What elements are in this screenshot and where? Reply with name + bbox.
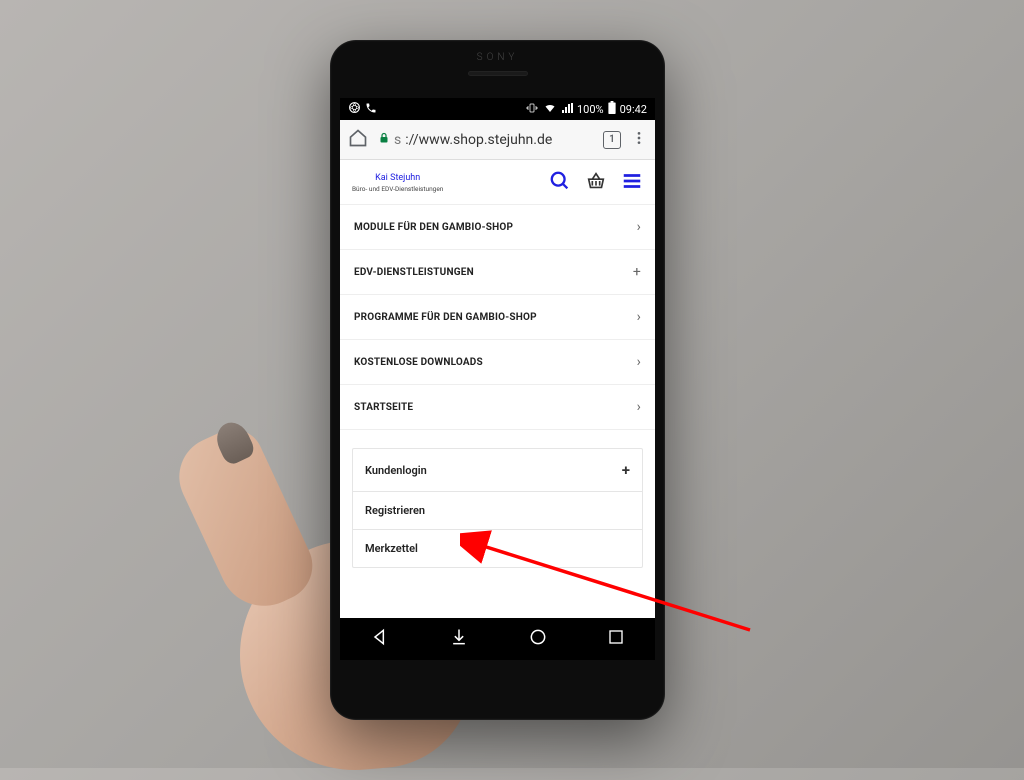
account-register[interactable]: Registrieren [353,492,642,530]
account-panel: Kundenlogin + Registrieren Merkzettel [352,448,643,568]
account-wishlist[interactable]: Merkzettel [353,530,642,567]
tab-count-label: 1 [609,134,615,145]
menu-item-startseite[interactable]: STARTSEITE › [340,385,655,430]
home-nav-icon[interactable] [528,627,548,651]
account-register-label: Registrieren [365,504,425,517]
browser-toolbar: s ://www.shop.stejuhn.de 1 [340,120,655,160]
url-text: ://www.shop.stejuhn.de [405,132,552,148]
wifi-icon [543,102,557,117]
download-icon[interactable] [449,627,469,651]
lock-icon [378,132,390,147]
shop-header: Kai Stejuhn Büro- und EDV-Dienstleistung… [340,160,655,205]
home-icon[interactable] [348,128,368,152]
phone-screen: 100% 09:42 s ://www.shop.stejuhn.de 1 [340,98,655,660]
menu-item-module[interactable]: MODULE FÜR DEN GAMBIO-SHOP › [340,205,655,250]
plus-icon: + [622,461,630,479]
webpage-content: Kai Stejuhn Büro- und EDV-Dienstleistung… [340,160,655,618]
battery-icon [608,101,616,117]
category-menu: MODULE FÜR DEN GAMBIO-SHOP › EDV-DIENSTL… [340,205,655,430]
url-prefix: s [394,132,401,148]
url-bar[interactable]: s ://www.shop.stejuhn.de [378,132,593,148]
phone-call-icon [365,102,377,117]
logo-subtitle: Büro- und EDV-Dienstleistungen [352,185,443,193]
android-nav-bar [340,618,655,660]
hamburger-menu-icon[interactable] [621,170,643,196]
account-wishlist-label: Merkzettel [365,542,418,555]
account-login[interactable]: Kundenlogin + [353,449,642,492]
phone-frame: SONY 100 [330,40,665,720]
menu-label: PROGRAMME FÜR DEN GAMBIO-SHOP [354,312,537,323]
chevron-right-icon: › [637,219,641,235]
vibrate-icon [525,102,539,117]
phone-brand-label: SONY [330,40,665,63]
menu-label: EDV-DIENSTLEISTUNGEN [354,267,474,278]
recent-apps-icon[interactable] [607,628,625,650]
menu-item-programme[interactable]: PROGRAMME FÜR DEN GAMBIO-SHOP › [340,295,655,340]
android-status-bar: 100% 09:42 [340,98,655,120]
shop-logo[interactable]: Kai Stejuhn Büro- und EDV-Dienstleistung… [352,173,443,193]
battery-pct-label: 100% [577,103,604,116]
plus-icon: + [633,264,641,280]
menu-label: KOSTENLOSE DOWNLOADS [354,357,483,368]
back-icon[interactable] [370,627,390,651]
menu-label: STARTSEITE [354,402,413,413]
menu-label: MODULE FÜR DEN GAMBIO-SHOP [354,222,513,233]
camera-aperture-icon [348,101,361,117]
logo-name: Kai Stejuhn [352,173,443,185]
phone-speaker [468,71,528,76]
account-login-label: Kundenlogin [365,464,427,477]
search-icon[interactable] [549,170,571,196]
clock-label: 09:42 [620,103,647,116]
signal-icon [561,102,573,117]
tab-switcher[interactable]: 1 [603,131,621,149]
basket-icon[interactable] [585,170,607,196]
more-menu-icon[interactable] [631,130,647,150]
chevron-right-icon: › [637,399,641,415]
menu-item-edv[interactable]: EDV-DIENSTLEISTUNGEN + [340,250,655,295]
chevron-right-icon: › [637,354,641,370]
menu-item-downloads[interactable]: KOSTENLOSE DOWNLOADS › [340,340,655,385]
chevron-right-icon: › [637,309,641,325]
